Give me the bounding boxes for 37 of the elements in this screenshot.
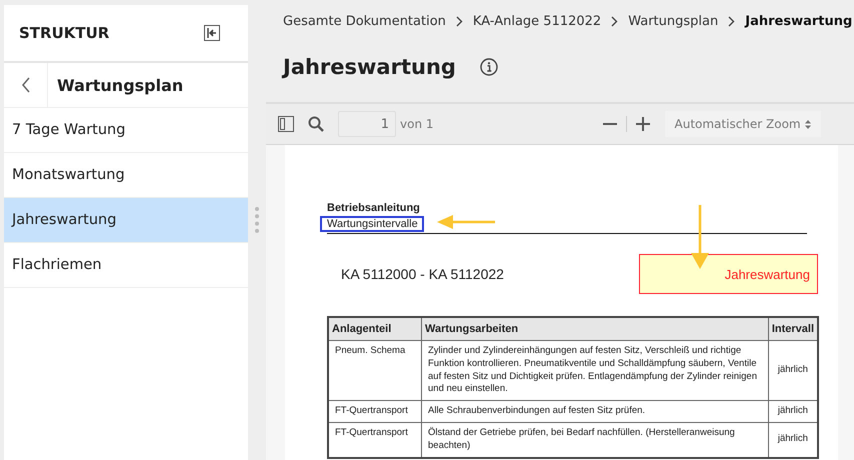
table-cell: Alle Schraubenverbindungen auf festen Sitz prüfen. — [422, 400, 768, 423]
arrow-down-icon — [691, 205, 709, 269]
sort-caret-icon — [804, 120, 811, 128]
table-cell: Pneum. Schema — [328, 340, 422, 401]
table-cell: Zylinder und Zylindereinhängungen auf festen Sitz, Verschleiß und richtige Funktion kontrollieren. Pneumatikventile und Schalldämpfung säubern, Ventile auf festen Sitz und Dichtigkeit prüfen. Entlagendämpfung der Zylinder reinigen und neu einstellen. — [422, 340, 768, 401]
breadcrumb-link[interactable]: Gesamte Dokumentation — [283, 14, 446, 28]
sidebar-item[interactable]: Flachriemen — [4, 243, 248, 288]
collapse-sidebar-icon[interactable] — [204, 25, 220, 41]
sidebar-toggle-icon[interactable] — [278, 116, 294, 132]
breadcrumb-link[interactable]: Wartungsplan — [628, 14, 718, 28]
chevron-right-icon — [456, 16, 463, 26]
table-cell: FT-Quertransport — [328, 400, 422, 423]
breadcrumb-link[interactable]: KA-Anlage 5112022 — [472, 14, 602, 28]
page-number-field[interactable]: 1 — [338, 111, 396, 137]
breadcrumb-link[interactable]: Jahreswartung — [745, 14, 852, 28]
interval-box: Jahreswartung — [639, 254, 818, 294]
document-heading: Betriebsanleitung — [327, 202, 421, 214]
zoom-in-icon[interactable] — [634, 116, 650, 132]
chevron-left-icon — [20, 77, 30, 93]
sidebar-item[interactable]: Jahreswartung — [4, 198, 248, 243]
sidebar-item[interactable]: 7 Tage Wartung — [4, 108, 248, 153]
column-header: Wartungsarbeiten — [422, 317, 768, 340]
page-title: Jahreswartung — [283, 55, 456, 79]
resize-handle-icon[interactable] — [254, 207, 258, 233]
arrow-left-icon — [437, 215, 497, 229]
chevron-right-icon — [728, 16, 736, 26]
info-icon[interactable] — [480, 58, 498, 76]
highlighted-subheading: Wartungsintervalle — [320, 216, 424, 232]
sidebar-title: STRUKTUR — [19, 24, 110, 42]
section-title: Wartungsplan — [57, 76, 184, 94]
column-header: Intervall — [768, 317, 818, 340]
column-header: Anlagenteil — [328, 317, 422, 340]
page-count: von 1 — [400, 117, 434, 131]
model-range: KA 5112000 - KA 5112022 — [341, 266, 504, 282]
chevron-right-icon — [611, 16, 618, 26]
search-icon[interactable] — [308, 116, 324, 132]
zoom-dropdown[interactable]: Automatischer Zoom — [664, 111, 821, 137]
